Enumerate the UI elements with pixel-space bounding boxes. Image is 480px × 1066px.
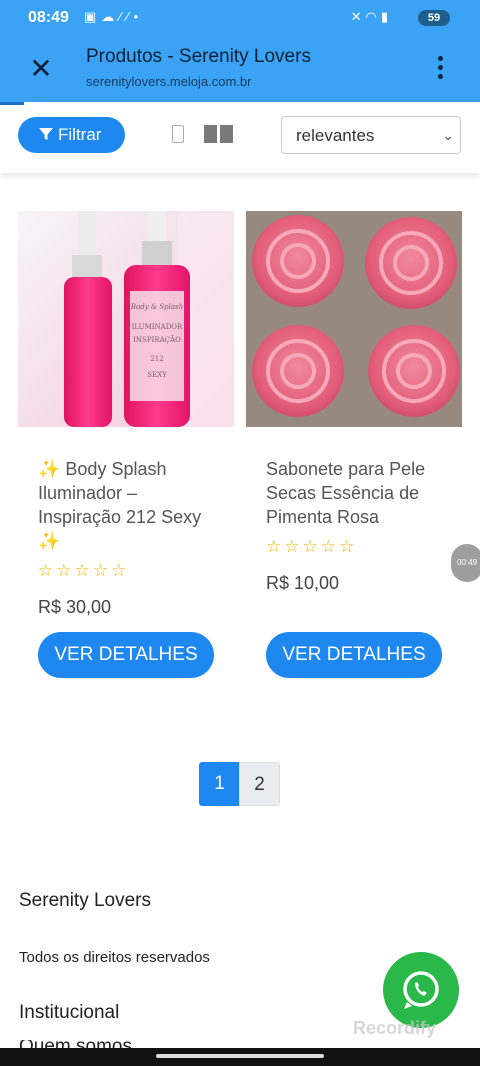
system-nav-bar: [0, 1048, 480, 1066]
star-outline-icon: ☆: [320, 537, 339, 556]
more-vert-icon: [428, 56, 452, 79]
browser-app-bar: ✕ Produtos - Serenity Lovers serenitylov…: [0, 36, 480, 102]
star-outline-icon: ☆: [74, 561, 93, 580]
view-details-button[interactable]: VER DETALHES: [38, 632, 214, 678]
status-time: 08:49: [28, 9, 69, 26]
product-price: R$ 30,00: [38, 597, 112, 617]
bottle-label-line: ILUMINADOR: [132, 323, 183, 331]
product-name[interactable]: Sabonete para Pele Secas Essência de Pim…: [266, 457, 446, 529]
product-price: R$ 10,00: [266, 573, 340, 593]
star-outline-icon: ☆: [111, 561, 130, 580]
star-outline-icon: ☆: [56, 561, 75, 580]
screen-record-icon: ▣: [84, 9, 102, 24]
whatsapp-icon: [403, 971, 439, 1009]
signal-icon: ▮: [380, 9, 392, 24]
dot-icon: •: [133, 9, 144, 24]
page-title: Produtos - Serenity Lovers: [86, 46, 311, 67]
rating-stars: ☆☆☆☆☆: [266, 537, 357, 557]
sort-select[interactable]: relevantes ⌄: [281, 116, 461, 154]
close-icon: ✕: [29, 53, 53, 84]
star-outline-icon: ☆: [302, 537, 321, 556]
status-left-icons: ▣☁⁄⁄•: [84, 9, 143, 25]
product-name[interactable]: ✨ Body Splash Iluminador – Inspiração 21…: [38, 457, 218, 553]
chevron-down-icon: ⌄: [442, 127, 454, 143]
star-outline-icon: ☆: [92, 561, 111, 580]
recorder-watermark: Recordify: [353, 1018, 437, 1038]
star-outline-icon: ☆: [266, 537, 285, 556]
page-button[interactable]: 2: [239, 762, 280, 806]
star-outline-icon: ☆: [38, 561, 57, 580]
status-right-icons: ✕◠▮: [351, 9, 392, 25]
star-outline-icon: ☆: [284, 537, 303, 556]
recording-timer-bubble[interactable]: 00:49: [451, 544, 480, 582]
product-card[interactable]: Body & Splash ILUMINADOR INSPIRAÇÃO 212 …: [18, 211, 234, 701]
bottle-label-line: Body & Splash: [130, 303, 183, 311]
status-bar: 08:49 ▣☁⁄⁄• ✕◠▮ 59: [0, 0, 480, 36]
page-url: serenitylovers.meloja.com.br: [86, 74, 252, 89]
bottle-label-line: 212: [150, 355, 163, 363]
grid-view-icon[interactable]: [204, 125, 234, 143]
footer-brand: Serenity Lovers: [19, 890, 152, 911]
wifi-icon: ◠: [365, 9, 381, 24]
whatsapp-button[interactable]: [383, 952, 459, 1028]
product-image[interactable]: [246, 211, 462, 427]
sim-icon: ⁄⁄: [119, 9, 134, 24]
bottle-label-line: INSPIRAÇÃO: [133, 335, 181, 344]
funnel-icon: [38, 119, 54, 155]
rating-stars: ☆☆☆☆☆: [38, 561, 129, 581]
close-button[interactable]: ✕: [26, 54, 56, 84]
footer-link-about[interactable]: Quem somos: [19, 1040, 132, 1048]
footer-section-title: Institucional: [19, 1002, 120, 1023]
footer-copyright: Todos os direitos reservados: [19, 949, 210, 966]
filter-button[interactable]: Filtrar: [18, 117, 125, 153]
page-button-current[interactable]: 1: [199, 762, 240, 806]
product-card[interactable]: Sabonete para Pele Secas Essência de Pim…: [246, 211, 462, 701]
catalog-toolbar: Filtrar relevantes ⌄: [0, 105, 480, 173]
more-options-button[interactable]: [428, 52, 452, 86]
star-outline-icon: ☆: [339, 537, 358, 556]
battery-icon: 59: [418, 10, 450, 26]
cloud-icon: ☁: [101, 9, 120, 24]
pagination: 1 2: [199, 762, 281, 806]
product-image[interactable]: Body & Splash ILUMINADOR INSPIRAÇÃO 212 …: [18, 211, 234, 427]
bottle-label-line: SEXY: [147, 371, 167, 379]
mute-icon: ✕: [350, 9, 366, 24]
view-details-button[interactable]: VER DETALHES: [266, 632, 442, 678]
single-column-view-icon[interactable]: [172, 125, 184, 143]
sort-selected-value: relevantes: [296, 126, 375, 145]
home-gesture-bar[interactable]: [156, 1054, 324, 1058]
filter-label: Filtrar: [58, 125, 102, 144]
